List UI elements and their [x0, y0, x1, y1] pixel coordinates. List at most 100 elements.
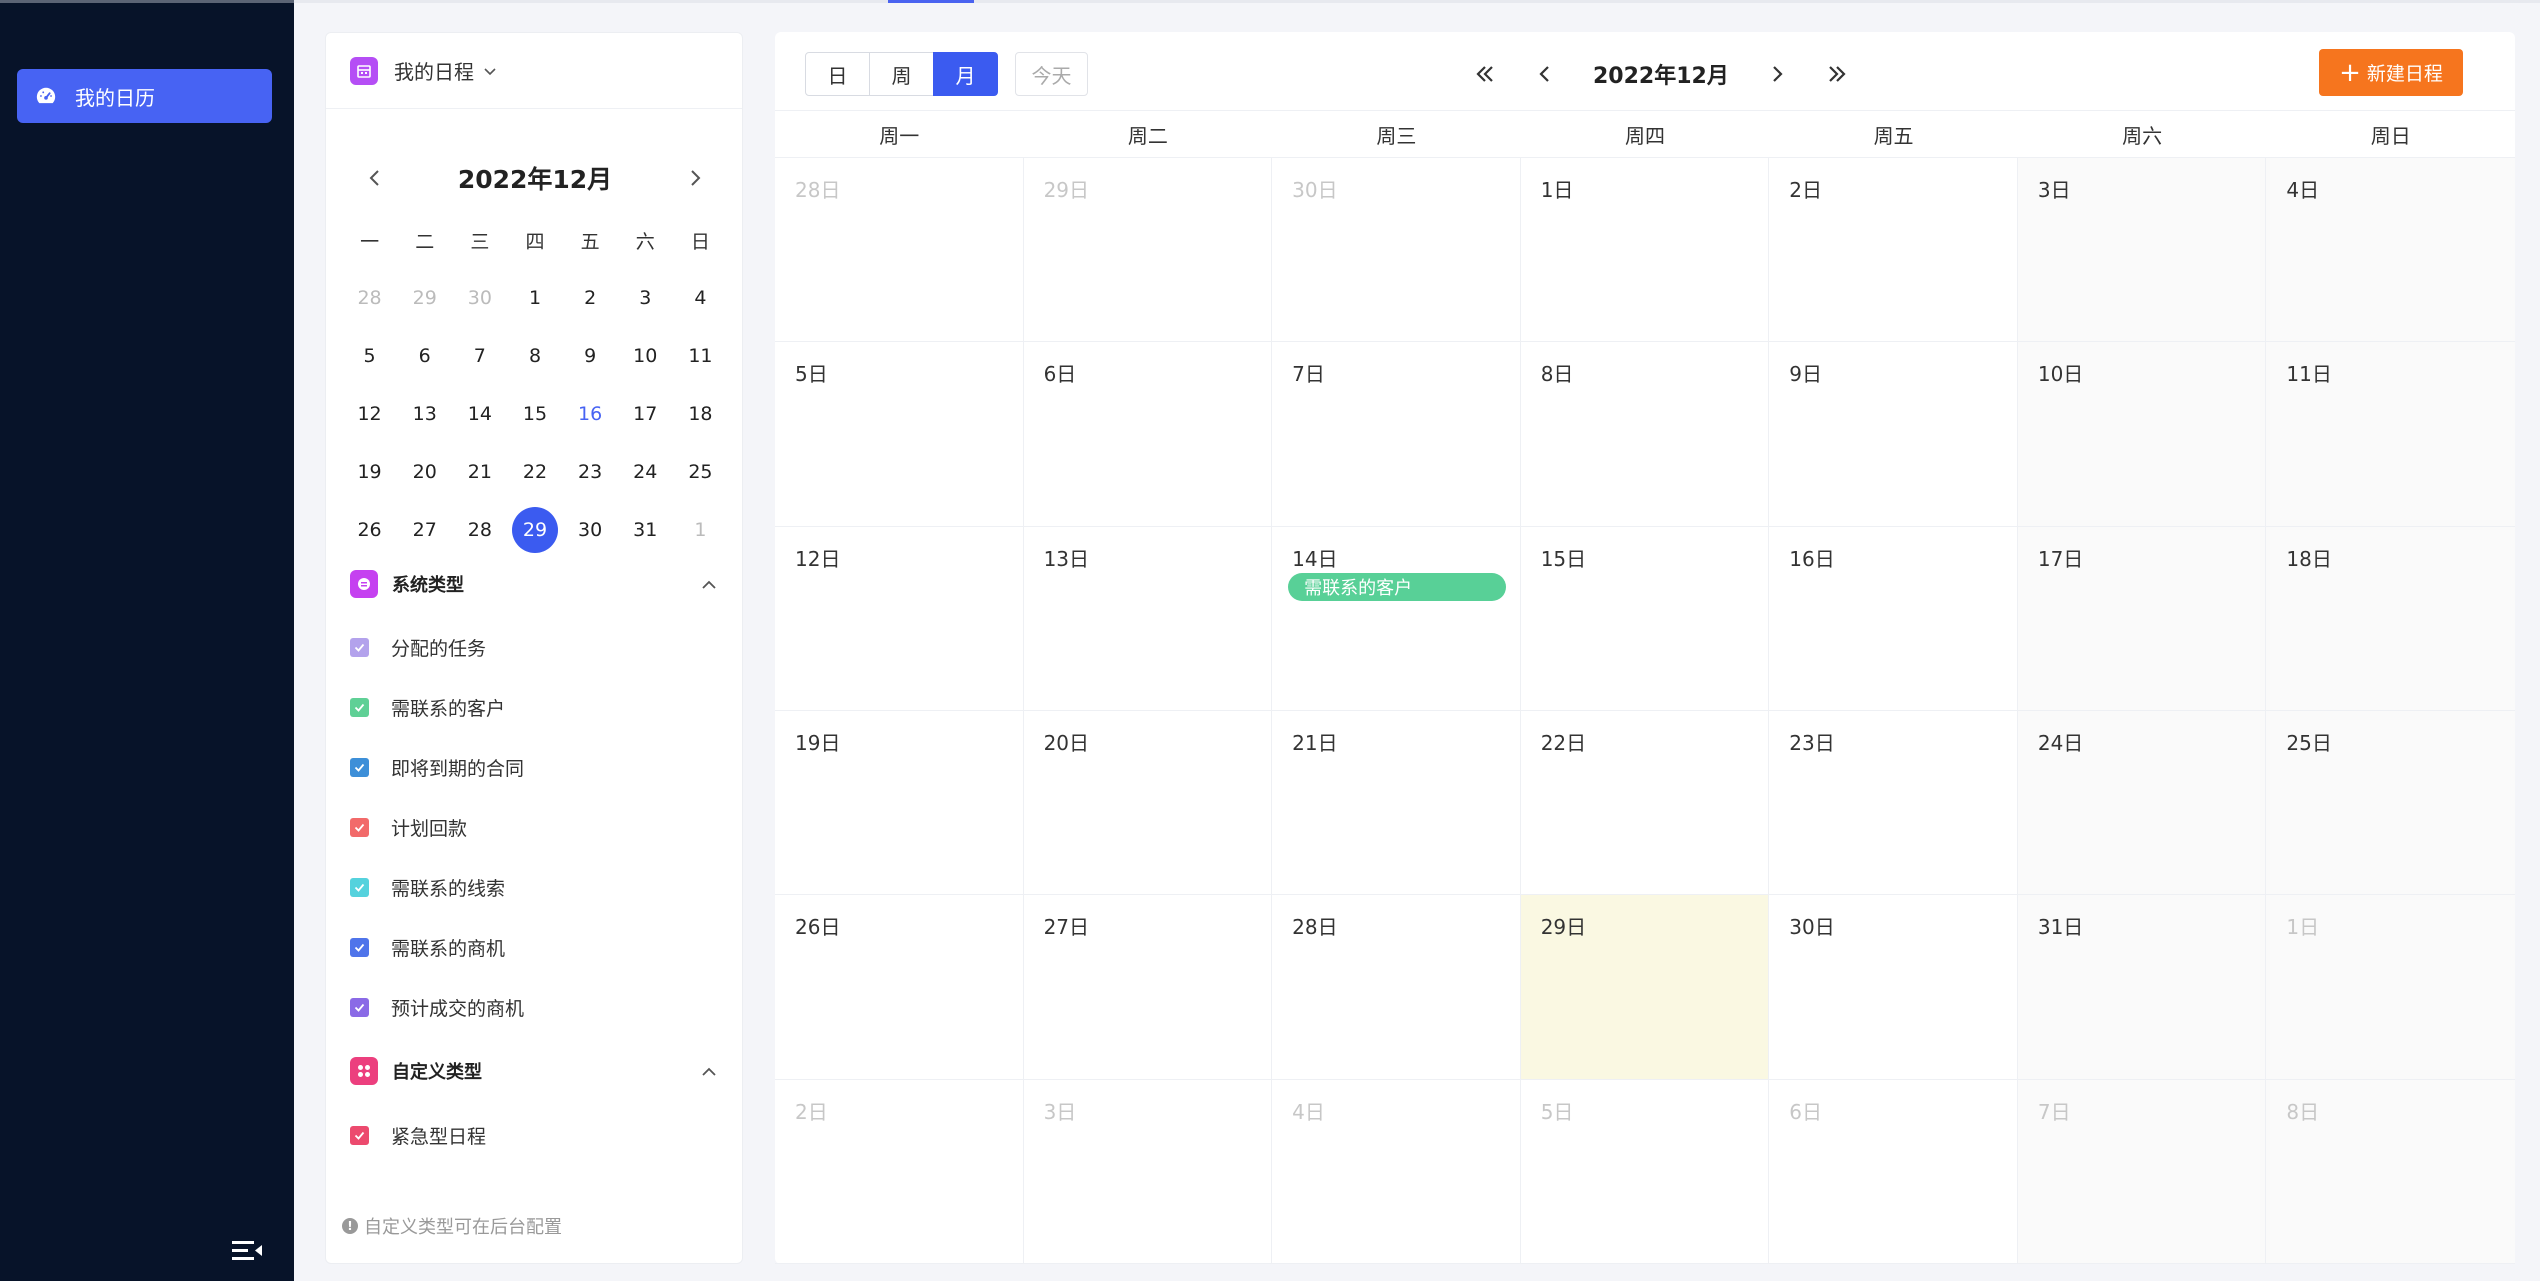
mini-day-selected[interactable]: 29	[507, 501, 562, 559]
mini-day[interactable]: 4	[673, 269, 728, 327]
mini-day[interactable]: 28	[342, 269, 397, 327]
day-cell[interactable]: 8日	[2266, 1079, 2515, 1264]
day-cell[interactable]: 10日	[2017, 342, 2267, 527]
day-cell[interactable]: 19日	[775, 710, 1024, 896]
day-cell[interactable]: 16日	[1769, 526, 2018, 711]
checkbox-checked-icon[interactable]	[350, 757, 369, 777]
mini-day[interactable]: 15	[507, 385, 562, 443]
day-cell[interactable]: 28日	[1272, 895, 1521, 1080]
day-cell[interactable]: 1日	[1520, 158, 1770, 343]
day-cell[interactable]: 11日	[2266, 342, 2515, 527]
type-filter-item[interactable]: 紧急型日程	[350, 1120, 486, 1150]
prev-month-icon[interactable]	[362, 165, 388, 191]
day-cell[interactable]: 23日	[1769, 710, 2018, 896]
mini-day[interactable]: 29	[397, 269, 452, 327]
schedule-dropdown[interactable]: 我的日程	[326, 33, 742, 109]
day-cell[interactable]: 3日	[2017, 158, 2267, 343]
mini-day[interactable]: 6	[397, 327, 452, 385]
sidebar-item-my-calendar[interactable]: 我的日历	[17, 69, 272, 123]
mini-day[interactable]: 8	[507, 327, 562, 385]
day-cell[interactable]: 5日	[775, 342, 1024, 527]
day-cell[interactable]: 24日	[2017, 710, 2267, 896]
day-cell[interactable]: 20日	[1023, 710, 1273, 896]
checkbox-checked-icon[interactable]	[350, 1125, 369, 1145]
new-schedule-button[interactable]: + 新建日程	[2319, 49, 2463, 96]
mini-day[interactable]: 20	[397, 443, 452, 501]
mini-day[interactable]: 17	[618, 385, 673, 443]
view-tab[interactable]: 日	[805, 52, 870, 96]
mini-day[interactable]: 30	[452, 269, 507, 327]
mini-day[interactable]: 16	[563, 385, 618, 443]
view-tab[interactable]: 周	[869, 52, 934, 96]
today-button[interactable]: 今天	[1015, 52, 1088, 96]
mini-day[interactable]: 10	[618, 327, 673, 385]
event-chip[interactable]: 需联系的客户	[1288, 572, 1507, 601]
mini-day[interactable]: 25	[673, 443, 728, 501]
day-cell[interactable]: 3日	[1023, 1079, 1273, 1264]
mini-day[interactable]: 24	[618, 443, 673, 501]
mini-day[interactable]: 23	[563, 443, 618, 501]
next-month-icon[interactable]	[1757, 54, 1797, 94]
type-filter-item[interactable]: 需联系的客户	[350, 692, 505, 722]
mini-day[interactable]: 7	[452, 327, 507, 385]
day-cell[interactable]: 21日	[1272, 710, 1521, 896]
day-cell[interactable]: 7日	[2017, 1079, 2267, 1264]
type-filter-item[interactable]: 预计成交的商机	[350, 992, 524, 1022]
type-filter-item[interactable]: 需联系的商机	[350, 932, 505, 962]
day-cell[interactable]: 22日	[1520, 710, 1770, 896]
type-filter-item[interactable]: 需联系的线索	[350, 872, 505, 902]
day-cell[interactable]: 1日	[2266, 895, 2515, 1080]
mini-day[interactable]: 2	[563, 269, 618, 327]
day-cell[interactable]: 8日	[1520, 342, 1770, 527]
checkbox-checked-icon[interactable]	[350, 637, 369, 657]
day-cell[interactable]: 13日	[1023, 526, 1273, 711]
mini-day[interactable]: 11	[673, 327, 728, 385]
mini-day[interactable]: 19	[342, 443, 397, 501]
mini-day[interactable]: 30	[563, 501, 618, 559]
next-year-icon[interactable]	[1817, 54, 1857, 94]
checkbox-checked-icon[interactable]	[350, 877, 369, 897]
day-cell[interactable]: 7日	[1272, 342, 1521, 527]
day-cell[interactable]: 30日	[1272, 158, 1521, 343]
mini-day[interactable]: 28	[452, 501, 507, 559]
day-cell[interactable]: 12日	[775, 526, 1024, 711]
day-cell[interactable]: 4日	[2266, 158, 2515, 343]
day-cell-today[interactable]: 29日	[1520, 895, 1770, 1080]
day-cell[interactable]: 2日	[1769, 158, 2018, 343]
mini-day[interactable]: 27	[397, 501, 452, 559]
mini-day[interactable]: 14	[452, 385, 507, 443]
prev-year-icon[interactable]	[1465, 54, 1505, 94]
day-cell[interactable]: 18日	[2266, 526, 2515, 711]
mini-day[interactable]: 12	[342, 385, 397, 443]
checkbox-checked-icon[interactable]	[350, 697, 369, 717]
day-cell[interactable]: 9日	[1769, 342, 2018, 527]
view-tab[interactable]: 月	[933, 52, 998, 96]
day-cell[interactable]: 28日	[775, 158, 1024, 343]
mini-day[interactable]: 26	[342, 501, 397, 559]
mini-day[interactable]: 18	[673, 385, 728, 443]
day-cell[interactable]: 31日	[2017, 895, 2267, 1080]
prev-month-icon[interactable]	[1525, 54, 1565, 94]
type-filter-item[interactable]: 即将到期的合同	[350, 752, 524, 782]
mini-day[interactable]: 1	[507, 269, 562, 327]
day-cell[interactable]: 27日	[1023, 895, 1273, 1080]
day-cell[interactable]: 30日	[1769, 895, 2018, 1080]
day-cell[interactable]: 5日	[1520, 1079, 1770, 1264]
day-cell[interactable]: 4日	[1272, 1079, 1521, 1264]
day-cell[interactable]: 26日	[775, 895, 1024, 1080]
chevron-up-icon[interactable]	[698, 574, 720, 596]
mini-day[interactable]: 31	[618, 501, 673, 559]
chevron-up-icon[interactable]	[698, 1061, 720, 1083]
mini-day[interactable]: 9	[563, 327, 618, 385]
day-cell[interactable]: 15日	[1520, 526, 1770, 711]
day-cell[interactable]: 6日	[1023, 342, 1273, 527]
mini-day[interactable]: 21	[452, 443, 507, 501]
day-cell[interactable]: 14日 需联系的客户	[1272, 526, 1521, 711]
checkbox-checked-icon[interactable]	[350, 997, 369, 1017]
day-cell[interactable]: 2日	[775, 1079, 1024, 1264]
mini-day[interactable]: 3	[618, 269, 673, 327]
mini-day[interactable]: 22	[507, 443, 562, 501]
day-cell[interactable]: 29日	[1023, 158, 1273, 343]
checkbox-checked-icon[interactable]	[350, 937, 369, 957]
day-cell[interactable]: 17日	[2017, 526, 2267, 711]
